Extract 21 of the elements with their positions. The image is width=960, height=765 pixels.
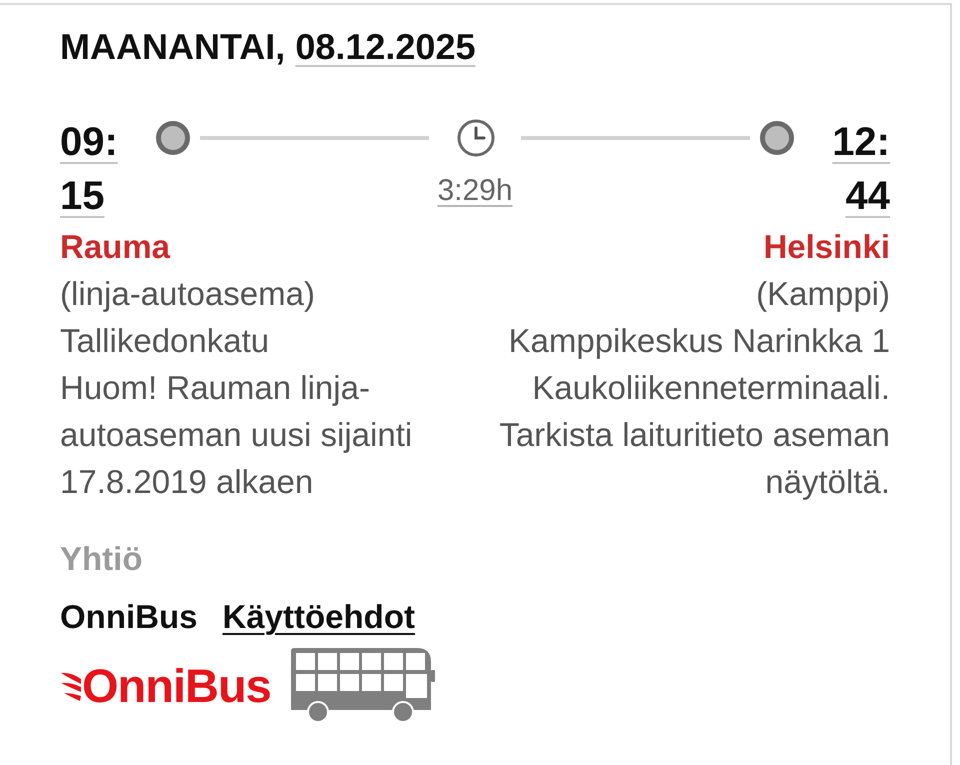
station-detail: (linja-autoasema) [60, 274, 315, 314]
weekday-label: MAANANTAI, [60, 25, 286, 69]
station-name: Rauma [60, 227, 170, 267]
arrival-time: 12:44 [831, 119, 890, 220]
station-name: Helsinki [763, 227, 890, 267]
station-detail: (Kamppi) [756, 274, 890, 314]
trip-duration: 3:29h [437, 173, 513, 209]
clock-icon [457, 119, 495, 157]
bus-icon [290, 648, 437, 724]
terms-link[interactable]: Käyttöehdot [222, 593, 415, 640]
company-name: OnniBus [60, 597, 198, 637]
company-label: Yhtiö [60, 539, 142, 579]
origin-dot-icon [156, 121, 190, 155]
logo-text: OnniBus [82, 658, 271, 714]
station-detail: Kamppikeskus Narinkka 1 [508, 321, 890, 361]
date-label: 08.12.2025 [295, 25, 476, 69]
station-detail: Kaukoliikenneterminaali. Tarkista laituritieto aseman näytöltä. [498, 368, 890, 502]
departure-time: 09:15 [60, 119, 119, 220]
station-detail: Huom! Rauman linja-autoaseman uusi sijainti 17.8.2019 alkaen [60, 368, 414, 502]
station-detail: Tallikedonkatu [60, 321, 270, 361]
destination-dot-icon [760, 121, 794, 155]
